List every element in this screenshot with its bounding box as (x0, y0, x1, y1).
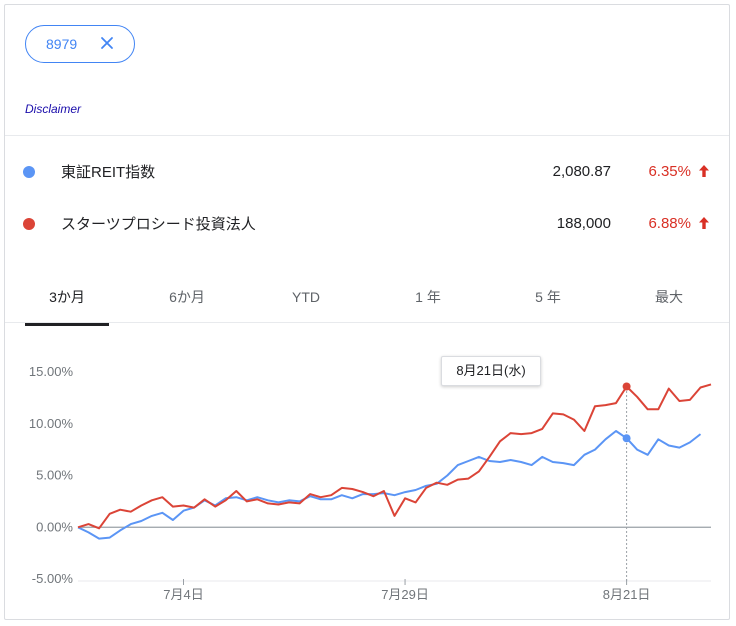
y-tick-label: -5.00% (32, 571, 74, 586)
tab-1-year[interactable]: 1 年 (386, 277, 470, 325)
chart-tooltip: 8月21日(水) (441, 356, 541, 386)
series-color-dot (23, 218, 35, 230)
close-icon[interactable] (98, 34, 116, 52)
x-tick-label: 8月21日 (603, 587, 651, 602)
tab-5-years[interactable]: 5 年 (506, 277, 590, 325)
arrow-up-icon (697, 216, 711, 230)
series-name: スターツプロシード投資法人 (61, 216, 256, 233)
series-change: 6.35% (648, 163, 691, 180)
arrow-up-icon (697, 164, 711, 178)
y-tick-label: 15.00% (29, 364, 74, 379)
comparison-line-chart[interactable]: 15.00% 10.00% 5.00% 0.00% -5.00% 7月4日 7月29日 8月2… (5, 327, 729, 617)
stock-comparison-card: 8979 Disclaimer 東証REIT指数 2,080.87 6.35% … (4, 4, 730, 620)
series-name: 東証REIT指数 (61, 164, 156, 181)
tooltip-date: 8月21日(水) (456, 363, 526, 378)
ticker-chip-label: 8979 (46, 36, 78, 52)
x-tick-label: 7月4日 (163, 587, 203, 602)
series-value: 2,080.87 (552, 163, 611, 180)
ticker-chip[interactable]: 8979 (25, 25, 135, 63)
divider (5, 135, 729, 136)
series-row-starts-proceed: スターツプロシード投資法人 188,000 6.88% (5, 207, 729, 237)
y-tick-label: 5.00% (36, 468, 73, 483)
disclaimer-link[interactable]: Disclaimer (25, 102, 81, 116)
tab-6-months[interactable]: 6か月 (145, 277, 229, 325)
series-line-1 (77, 383, 712, 530)
x-tick-label: 7月29日 (381, 587, 429, 602)
y-tick-label: 10.00% (29, 416, 74, 431)
active-tab-indicator (25, 323, 109, 326)
series-color-dot (23, 166, 35, 178)
series-line-0 (77, 430, 702, 540)
tab-3-months[interactable]: 3か月 (25, 277, 109, 325)
tab-ytd[interactable]: YTD (264, 277, 348, 325)
tooltip-point-1 (622, 382, 631, 391)
tooltip-point-0 (622, 434, 631, 443)
series-value: 188,000 (556, 215, 611, 232)
tab-max[interactable]: 最大 (627, 277, 711, 325)
y-tick-label: 0.00% (36, 519, 73, 534)
divider (5, 322, 729, 323)
series-row-reit-index: 東証REIT指数 2,080.87 6.35% (5, 155, 729, 185)
series-change: 6.88% (648, 215, 691, 232)
